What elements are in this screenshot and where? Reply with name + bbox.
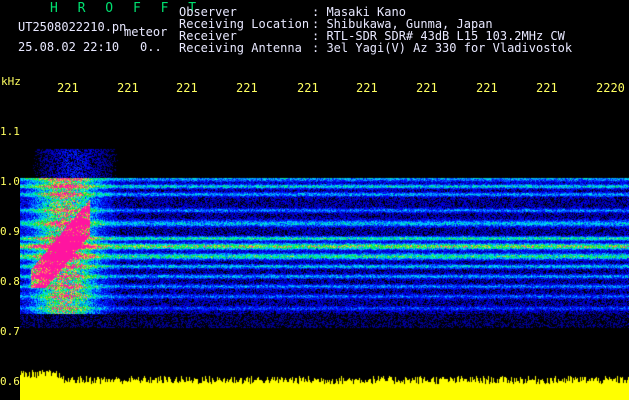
- x-tick: 2220: [596, 81, 625, 95]
- y-tick: 1.1: [0, 125, 20, 138]
- x-tick: 221: [57, 81, 79, 95]
- x-tick: 221: [176, 81, 198, 95]
- y-tick: 0.8: [0, 275, 20, 288]
- y-tick: 0.9: [0, 225, 20, 238]
- x-tick: 221: [297, 81, 319, 95]
- y-tick: 0.7: [0, 325, 20, 338]
- y-axis-unit: kHz: [1, 75, 21, 88]
- x-tick: 221: [536, 81, 558, 95]
- datetime-label: 25.08.02 22:10: [18, 40, 120, 54]
- filename-label: UT2508022210.pn: [18, 20, 127, 34]
- y-tick: 0.6: [0, 375, 20, 388]
- x-tick: 221: [356, 81, 378, 95]
- antenna-label: Receiving Antenna: [179, 41, 302, 55]
- counter-label: 0..: [140, 40, 162, 54]
- x-tick: 221: [117, 81, 139, 95]
- y-tick: 1.0: [0, 175, 20, 188]
- x-tick: 221: [476, 81, 498, 95]
- antenna-value: : 3el Yagi(V) Az 330 for Vladivostok: [312, 41, 573, 55]
- spectrogram: [20, 98, 629, 400]
- waterfall-canvas: [20, 98, 629, 400]
- x-tick: 221: [236, 81, 258, 95]
- mode-label: meteor: [124, 25, 168, 39]
- x-tick: 221: [416, 81, 438, 95]
